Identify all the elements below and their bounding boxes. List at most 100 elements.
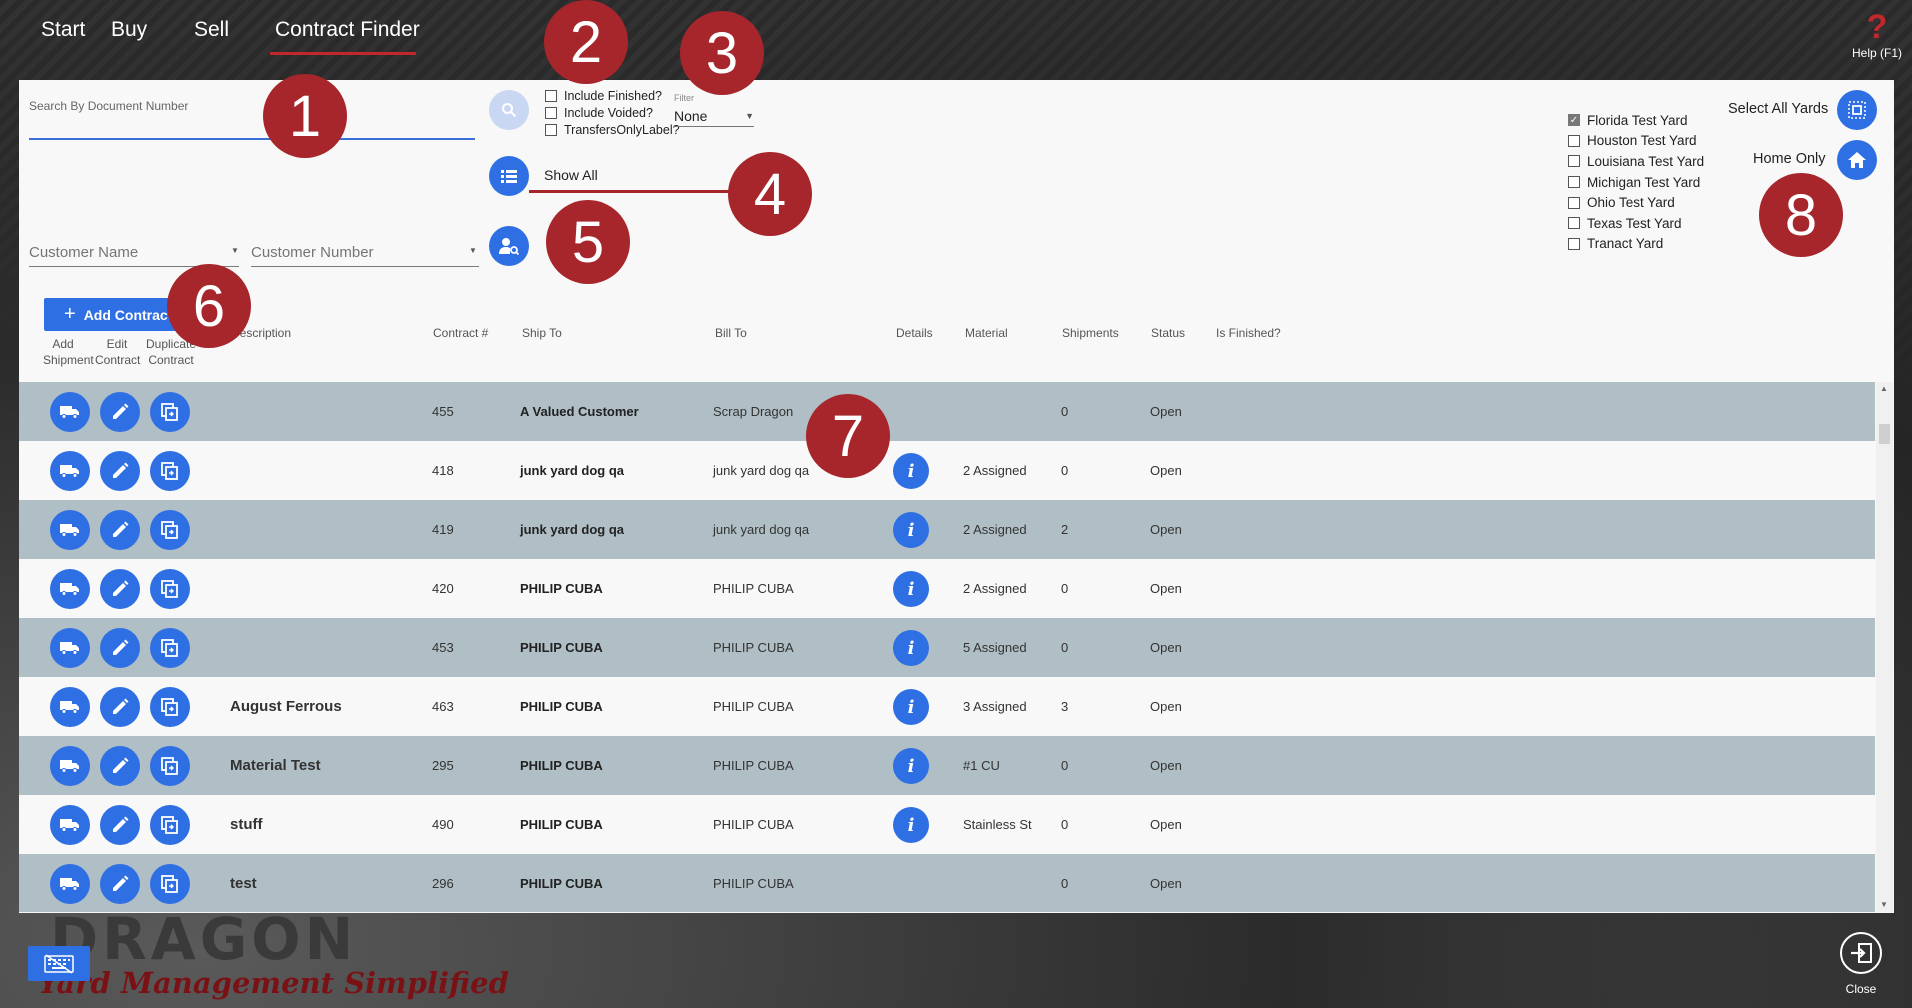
details-info-button[interactable]: i <box>893 630 929 666</box>
checkbox-box <box>1568 217 1580 230</box>
col-bill-to[interactable]: Bill To <box>715 326 747 340</box>
yard-checkbox[interactable]: Tranact Yard <box>1568 234 1704 255</box>
duplicate-contract-button[interactable] <box>150 392 190 432</box>
yard-label: Florida Test Yard <box>1587 112 1688 128</box>
include-finished-checkbox[interactable]: Include Finished? <box>545 87 680 104</box>
duplicate-contract-button[interactable] <box>150 628 190 668</box>
col-is-finished[interactable]: Is Finished? <box>1216 326 1281 340</box>
duplicate-contract-button[interactable] <box>150 451 190 491</box>
edit-contract-button[interactable] <box>100 746 140 786</box>
yard-checkbox[interactable]: Louisiana Test Yard <box>1568 151 1704 172</box>
add-shipment-button[interactable] <box>50 451 90 491</box>
col-edit-contract-line2: Contract <box>95 353 141 367</box>
duplicate-contract-button[interactable] <box>150 864 190 904</box>
duplicate-contract-button[interactable] <box>150 687 190 727</box>
customer-search-button[interactable] <box>489 226 529 266</box>
details-info-button[interactable]: i <box>893 453 929 489</box>
duplicate-contract-button[interactable] <box>150 569 190 609</box>
cell-bill-to: PHILIP CUBA <box>713 581 794 596</box>
duplicate-contract-button[interactable] <box>150 805 190 845</box>
cell-description: August Ferrous <box>230 698 342 715</box>
col-ship-to[interactable]: Ship To <box>522 326 562 340</box>
table-row[interactable]: Material Test 295 PHILIP CUBA PHILIP CUBA i #… <box>19 736 1875 795</box>
transfers-only-checkbox[interactable]: TransfersOnlyLabel? <box>545 121 680 138</box>
table-row[interactable]: 455 A Valued Customer Scrap Dragon 0 Open <box>19 382 1875 441</box>
cell-ship-to: A Valued Customer <box>520 404 639 419</box>
pencil-icon <box>111 875 129 893</box>
col-material[interactable]: Material <box>965 326 1008 340</box>
add-shipment-button[interactable] <box>50 510 90 550</box>
edit-contract-button[interactable] <box>100 569 140 609</box>
edit-contract-button[interactable] <box>100 451 140 491</box>
add-shipment-button[interactable] <box>50 746 90 786</box>
close-button[interactable]: Close <box>1840 932 1882 996</box>
nav-contract-finder[interactable]: Contract Finder <box>275 18 420 42</box>
home-only-button[interactable] <box>1837 140 1877 180</box>
search-button[interactable] <box>489 90 529 130</box>
edit-contract-button[interactable] <box>100 510 140 550</box>
details-info-button[interactable]: i <box>893 689 929 725</box>
edit-contract-button[interactable] <box>100 392 140 432</box>
active-tab-indicator <box>270 52 416 55</box>
table-row[interactable]: test 296 PHILIP CUBA PHILIP CUBA 0 Open <box>19 854 1875 912</box>
show-all-button[interactable] <box>489 156 529 196</box>
yard-checkbox[interactable]: Houston Test Yard <box>1568 131 1704 152</box>
select-all-yards-button[interactable] <box>1837 90 1877 130</box>
details-info-button[interactable]: i <box>893 748 929 784</box>
include-finished-label: Include Finished? <box>564 88 662 103</box>
add-shipment-button[interactable] <box>50 687 90 727</box>
annotation-marker-4: 4 <box>728 152 812 236</box>
table-row[interactable]: August Ferrous 463 PHILIP CUBA PHILIP CUBA i… <box>19 677 1875 736</box>
plus-icon: + <box>64 303 76 325</box>
add-shipment-button[interactable] <box>50 864 90 904</box>
cell-bill-to: junk yard dog qa <box>713 463 810 478</box>
scroll-thumb[interactable] <box>1879 424 1890 444</box>
nav-start[interactable]: Start <box>41 18 85 42</box>
customer-number-input[interactable] <box>251 240 471 264</box>
table-row[interactable]: 420 PHILIP CUBA PHILIP CUBA i 2 Assigned 0 Ope… <box>19 559 1875 618</box>
col-details[interactable]: Details <box>896 326 933 340</box>
add-shipment-button[interactable] <box>50 392 90 432</box>
help-button[interactable]: ? Help (F1) <box>1852 8 1902 60</box>
edit-contract-button[interactable] <box>100 628 140 668</box>
col-shipments[interactable]: Shipments <box>1062 326 1119 340</box>
edit-contract-button[interactable] <box>100 687 140 727</box>
keyboard-toggle-button[interactable] <box>28 946 90 981</box>
add-shipment-button[interactable] <box>50 569 90 609</box>
yard-checkbox[interactable]: ✓ Florida Test Yard <box>1568 110 1704 131</box>
duplicate-contract-button[interactable] <box>150 510 190 550</box>
nav-sell[interactable]: Sell <box>194 18 229 42</box>
annotation-marker-3: 3 <box>680 11 764 95</box>
include-voided-checkbox[interactable]: Include Voided? <box>545 104 680 121</box>
table-row[interactable]: stuff 490 PHILIP CUBA PHILIP CUBA i Stainless… <box>19 795 1875 854</box>
yard-checkbox[interactable]: Michigan Test Yard <box>1568 172 1704 193</box>
col-contract-number[interactable]: Contract # <box>433 326 488 340</box>
cell-ship-to: PHILIP CUBA <box>520 699 603 714</box>
list-icon <box>501 170 517 183</box>
nav-buy[interactable]: Buy <box>111 18 147 42</box>
yard-checkbox[interactable]: Texas Test Yard <box>1568 213 1704 234</box>
add-shipment-button[interactable] <box>50 805 90 845</box>
yard-checkbox[interactable]: Ohio Test Yard <box>1568 192 1704 213</box>
truck-icon <box>60 523 80 537</box>
duplicate-contract-button[interactable] <box>150 746 190 786</box>
pencil-icon <box>111 757 129 775</box>
table-row[interactable]: 419 junk yard dog qa junk yard dog qa i 2 As… <box>19 500 1875 559</box>
details-info-button[interactable]: i <box>893 512 929 548</box>
edit-contract-button[interactable] <box>100 805 140 845</box>
add-shipment-button[interactable] <box>50 628 90 668</box>
table-row[interactable]: 418 junk yard dog qa junk yard dog qa i 2 As… <box>19 441 1875 500</box>
scroll-up-icon[interactable]: ▲ <box>1880 384 1888 393</box>
table-scrollbar[interactable]: ▲ ▼ <box>1876 382 1893 912</box>
select-all-yards-label: Select All Yards <box>1728 101 1829 117</box>
details-info-button[interactable]: i <box>893 571 929 607</box>
document-search-input[interactable] <box>29 116 475 138</box>
table-row[interactable]: 453 PHILIP CUBA PHILIP CUBA i 5 Assigned 0 Ope… <box>19 618 1875 677</box>
details-info-button[interactable]: i <box>893 807 929 843</box>
cell-ship-to: PHILIP CUBA <box>520 876 603 891</box>
col-status[interactable]: Status <box>1151 326 1185 340</box>
scroll-down-icon[interactable]: ▼ <box>1880 900 1888 909</box>
filter-dropdown[interactable]: None ▼ <box>674 105 754 127</box>
customer-name-input[interactable] <box>29 240 234 264</box>
edit-contract-button[interactable] <box>100 864 140 904</box>
